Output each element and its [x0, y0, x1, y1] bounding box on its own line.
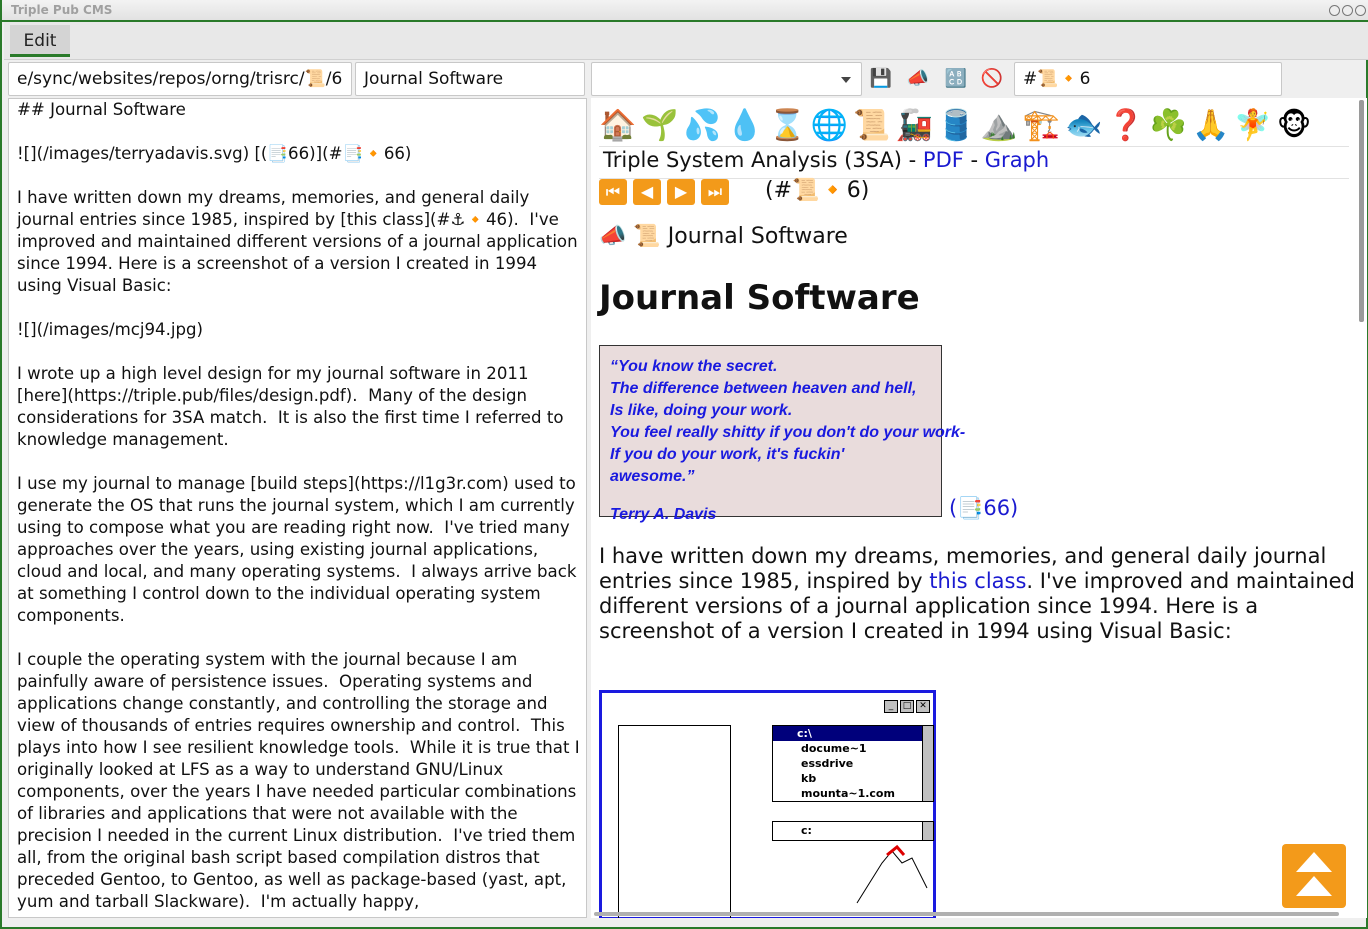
abcd-icon[interactable]: 🔠	[943, 66, 969, 92]
graph-link[interactable]: Graph	[985, 148, 1049, 172]
editor-text[interactable]: ## Journal Software ![](/images/terryada…	[17, 99, 583, 913]
scroll-to-top-button[interactable]	[1282, 844, 1346, 908]
nav-icon-6[interactable]: 📜	[853, 106, 890, 146]
preview-horizontal-scrollbar[interactable]	[594, 912, 1339, 916]
announce-icon[interactable]: 📣	[905, 66, 931, 92]
page-title: Journal Software	[599, 278, 920, 318]
nav-icon-16[interactable]: 🐵	[1277, 106, 1312, 146]
quote-line: The difference between heaven and hell,	[610, 380, 917, 397]
nav-icon-7[interactable]: 🚂	[896, 106, 933, 146]
pager: ⏮ ◀ ▶ ⏭ (#📜🔸6)	[599, 178, 869, 205]
vb-maximize-icon: □	[900, 700, 914, 713]
nav-icon-13[interactable]: ☘️	[1150, 106, 1187, 146]
preview-vertical-scrollbar[interactable]	[1359, 100, 1364, 322]
mountain-drawing-icon	[856, 844, 928, 904]
vb-listbox	[618, 725, 731, 918]
breadcrumb: 📣 📜 Journal Software	[599, 224, 848, 249]
divider	[599, 146, 1349, 147]
nav-icon-9[interactable]: ⛰️	[980, 106, 1017, 146]
vb-dir-item: essdrive	[801, 757, 854, 770]
last-page-icon[interactable]: ⏭	[701, 179, 729, 205]
nav-icon-0[interactable]: 🏠	[599, 106, 636, 146]
nav-icon-5[interactable]: 🌐	[811, 106, 848, 146]
save-icon[interactable]: 💾	[868, 66, 894, 92]
pdf-link[interactable]: PDF	[923, 148, 964, 172]
up-arrow-icon	[1296, 876, 1332, 896]
vb-dir-item: c:\	[773, 726, 933, 741]
vb-drive-value: c:	[801, 824, 812, 837]
vb-drive-combo: c:	[772, 821, 934, 841]
preview-pane: 🏠 🌱 💦 💧 ⌛ 🌐 📜 🚂 🛢️ ⛰️ 🏗️ 🐟 ❓ ☘️ 🙏 🧚 🐵 Triple System Anal…	[591, 98, 1367, 918]
vb-dirlist: c:\ docume~1 essdrive kb mounta~1.com	[772, 725, 934, 802]
this-class-link[interactable]: this class	[929, 569, 1026, 593]
nav-icon-4[interactable]: ⌛	[768, 106, 805, 146]
separator-dash: -	[963, 148, 985, 172]
nav-icon-12[interactable]: ❓	[1107, 106, 1144, 146]
nav-icon-14[interactable]: 🙏	[1192, 106, 1229, 146]
anchor-field[interactable]: #📜🔸6	[1014, 62, 1282, 96]
path-field[interactable]: e/sync/websites/repos/orng/trisrc/📜/6	[8, 62, 352, 96]
system-title: Triple System Analysis (3SA)	[603, 148, 902, 172]
quote-line: If you do your work, it's fuckin' awesom…	[610, 446, 845, 485]
vb-close-icon: ✕	[916, 700, 930, 713]
quote-line: “You know the secret.	[610, 358, 778, 375]
minimize-icon[interactable]	[1329, 5, 1340, 16]
vb-dir-item: mounta~1.com	[801, 787, 895, 800]
nav-icon-2[interactable]: 💦	[684, 106, 721, 146]
section-dropdown[interactable]	[591, 62, 862, 96]
title-field[interactable]: Journal Software	[355, 62, 585, 96]
app-window: Triple Pub CMS Edit e/sync/websites/repo…	[0, 0, 1368, 929]
quote-author: Terry A. Davis	[610, 506, 717, 523]
vb-screenshot: _ □ ✕ c:\ docume~1 essdrive kb mounta~1.…	[599, 690, 936, 918]
quote-line: Is like, doing your work.	[610, 402, 793, 419]
up-arrow-icon	[1296, 852, 1332, 872]
window-title: Triple Pub CMS	[11, 3, 113, 17]
title-bar: Triple Pub CMS	[2, 0, 1368, 22]
menu-edit[interactable]: Edit	[10, 25, 70, 57]
nav-icon-10[interactable]: 🏗️	[1023, 106, 1060, 146]
prev-page-icon[interactable]: ◀	[633, 179, 661, 205]
intro-paragraph: I have written down my dreams, memories,…	[599, 544, 1359, 644]
vb-minimize-icon: _	[884, 700, 898, 713]
nav-icon-1[interactable]: 🌱	[641, 106, 678, 146]
separator-dash: -	[901, 148, 923, 172]
cancel-icon[interactable]: 🚫	[979, 66, 1005, 92]
quote-image: “You know the secret. The difference bet…	[599, 345, 966, 523]
nav-icon-15[interactable]: 🧚	[1234, 106, 1271, 146]
menu-bar: Edit	[4, 22, 1368, 60]
maximize-icon[interactable]	[1342, 5, 1353, 16]
next-page-icon[interactable]: ▶	[667, 179, 695, 205]
markdown-editor[interactable]: ## Journal Software ![](/images/terryada…	[8, 98, 587, 918]
quote-line: You feel really shitty if you don't do y…	[610, 424, 966, 441]
vb-drive-arrow	[922, 822, 933, 840]
close-icon[interactable]	[1355, 5, 1366, 16]
chevron-down-icon	[841, 77, 851, 83]
quote-ref-link[interactable]: (📑66)	[949, 496, 1018, 521]
nav-icon-11[interactable]: 🐟	[1065, 106, 1102, 146]
nav-icon-bar: 🏠 🌱 💦 💧 ⌛ 🌐 📜 🚂 🛢️ ⛰️ 🏗️ 🐟 ❓ ☘️ 🙏 🧚 🐵	[599, 106, 1316, 146]
system-title-line: Triple System Analysis (3SA) - PDF - Gra…	[603, 148, 1049, 172]
nav-icon-3[interactable]: 💧	[726, 106, 763, 146]
vb-dir-item: kb	[801, 772, 817, 785]
vb-scrollbar	[922, 726, 933, 801]
vb-dir-item: docume~1	[801, 742, 867, 755]
nav-icon-8[interactable]: 🛢️	[938, 106, 975, 146]
page-ref: (#📜🔸6)	[765, 178, 870, 203]
first-page-icon[interactable]: ⏮	[599, 179, 627, 205]
